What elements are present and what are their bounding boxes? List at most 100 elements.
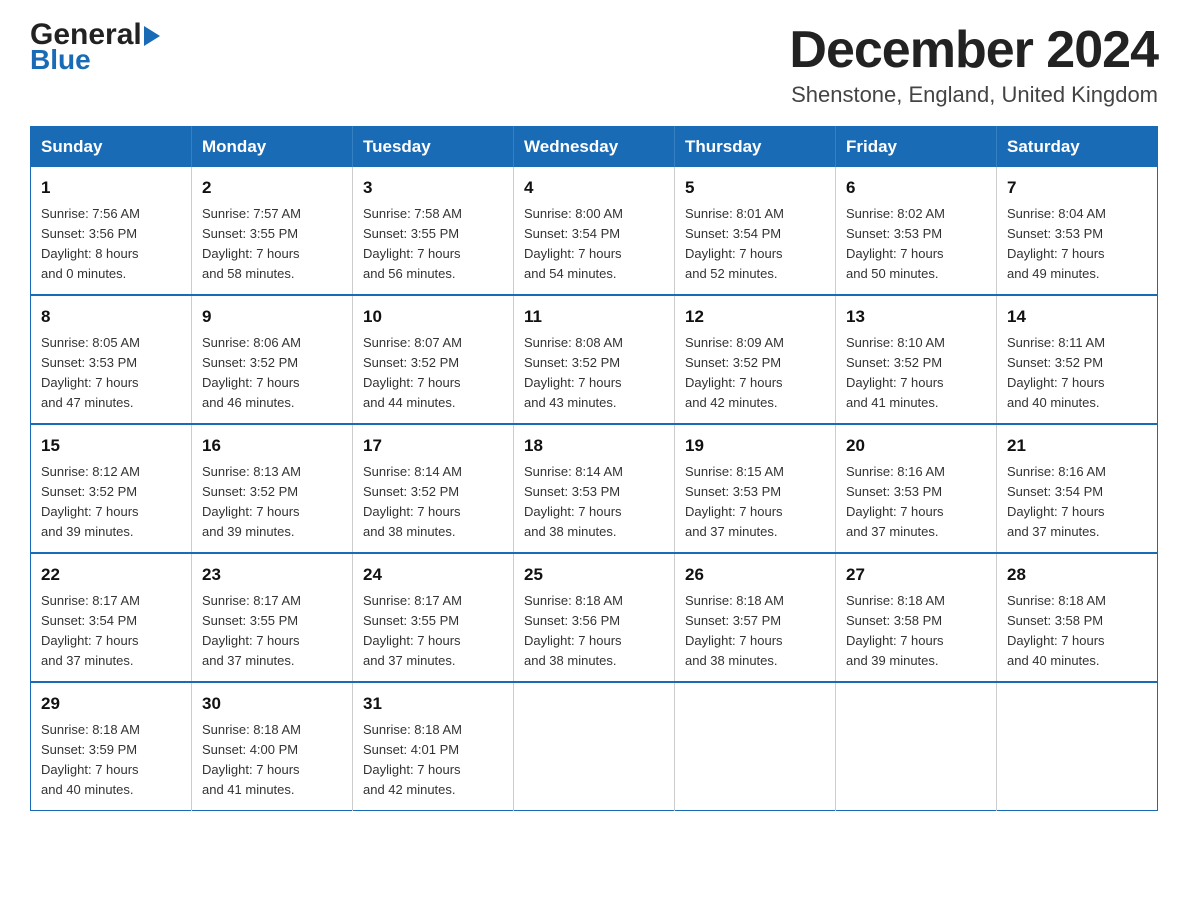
calendar-cell: 3 Sunrise: 7:58 AMSunset: 3:55 PMDaylight…: [353, 167, 514, 295]
calendar-subtitle: Shenstone, England, United Kingdom: [789, 82, 1158, 108]
day-info: Sunrise: 8:11 AMSunset: 3:52 PMDaylight:…: [1007, 333, 1147, 414]
calendar-cell: 14 Sunrise: 8:11 AMSunset: 3:52 PMDayligh…: [997, 295, 1158, 424]
calendar-cell: 10Sunrise: 8:07 AMSunset: 3:52 PMDayligh…: [353, 295, 514, 424]
day-info: Sunrise: 8:16 AMSunset: 3:54 PMDaylight:…: [1007, 462, 1147, 543]
day-number: 3: [363, 175, 503, 201]
day-info: Sunrise: 7:57 AMSunset: 3:55 PMDaylight:…: [202, 204, 342, 285]
calendar-cell: [675, 682, 836, 811]
calendar-cell: 19 Sunrise: 8:15 AMSunset: 3:53 PMDayligh…: [675, 424, 836, 553]
calendar-cell: 16Sunrise: 8:13 AMSunset: 3:52 PMDayligh…: [192, 424, 353, 553]
day-number: 6: [846, 175, 986, 201]
day-number: 2: [202, 175, 342, 201]
day-info: Sunrise: 8:17 AMSunset: 3:55 PMDaylight:…: [363, 591, 503, 672]
calendar-cell: 7 Sunrise: 8:04 AMSunset: 3:53 PMDaylight…: [997, 167, 1158, 295]
day-number: 28: [1007, 562, 1147, 588]
day-info: Sunrise: 8:16 AMSunset: 3:53 PMDaylight:…: [846, 462, 986, 543]
col-friday: Friday: [836, 127, 997, 168]
day-number: 5: [685, 175, 825, 201]
week-row-4: 22 Sunrise: 8:17 AMSunset: 3:54 PMDayligh…: [31, 553, 1158, 682]
day-number: 17: [363, 433, 503, 459]
day-info: Sunrise: 8:08 AMSunset: 3:52 PMDaylight:…: [524, 333, 664, 414]
calendar-cell: 18Sunrise: 8:14 AMSunset: 3:53 PMDayligh…: [514, 424, 675, 553]
day-number: 8: [41, 304, 181, 330]
day-info: Sunrise: 8:18 AMSunset: 3:59 PMDaylight:…: [41, 720, 181, 801]
day-info: Sunrise: 8:05 AMSunset: 3:53 PMDaylight:…: [41, 333, 181, 414]
calendar-cell: 25Sunrise: 8:18 AMSunset: 3:56 PMDayligh…: [514, 553, 675, 682]
day-info: Sunrise: 8:18 AMSunset: 4:01 PMDaylight:…: [363, 720, 503, 801]
calendar-cell: 20 Sunrise: 8:16 AMSunset: 3:53 PMDayligh…: [836, 424, 997, 553]
day-number: 19: [685, 433, 825, 459]
day-number: 26: [685, 562, 825, 588]
calendar-cell: 31 Sunrise: 8:18 AMSunset: 4:01 PMDayligh…: [353, 682, 514, 811]
day-info: Sunrise: 8:10 AMSunset: 3:52 PMDaylight:…: [846, 333, 986, 414]
day-number: 23: [202, 562, 342, 588]
calendar-title: December 2024: [789, 20, 1158, 80]
day-number: 13: [846, 304, 986, 330]
day-info: Sunrise: 8:14 AMSunset: 3:52 PMDaylight:…: [363, 462, 503, 543]
day-number: 12: [685, 304, 825, 330]
day-info: Sunrise: 8:18 AMSunset: 3:58 PMDaylight:…: [846, 591, 986, 672]
day-info: Sunrise: 8:06 AMSunset: 3:52 PMDaylight:…: [202, 333, 342, 414]
calendar-cell: 23 Sunrise: 8:17 AMSunset: 3:55 PMDayligh…: [192, 553, 353, 682]
calendar-cell: 11 Sunrise: 8:08 AMSunset: 3:52 PMDayligh…: [514, 295, 675, 424]
calendar-cell: [514, 682, 675, 811]
day-number: 14: [1007, 304, 1147, 330]
calendar-cell: 4 Sunrise: 8:00 AMSunset: 3:54 PMDaylight…: [514, 167, 675, 295]
day-info: Sunrise: 8:17 AMSunset: 3:54 PMDaylight:…: [41, 591, 181, 672]
col-thursday: Thursday: [675, 127, 836, 168]
week-row-2: 8 Sunrise: 8:05 AMSunset: 3:53 PMDaylight…: [31, 295, 1158, 424]
calendar-cell: 15 Sunrise: 8:12 AMSunset: 3:52 PMDayligh…: [31, 424, 192, 553]
calendar-cell: 21Sunrise: 8:16 AMSunset: 3:54 PMDayligh…: [997, 424, 1158, 553]
col-sunday: Sunday: [31, 127, 192, 168]
col-saturday: Saturday: [997, 127, 1158, 168]
title-block: December 2024 Shenstone, England, United…: [789, 20, 1158, 108]
calendar-cell: 1 Sunrise: 7:56 AMSunset: 3:56 PMDaylight…: [31, 167, 192, 295]
day-info: Sunrise: 8:12 AMSunset: 3:52 PMDaylight:…: [41, 462, 181, 543]
day-info: Sunrise: 7:56 AMSunset: 3:56 PMDaylight:…: [41, 204, 181, 285]
calendar-cell: 9Sunrise: 8:06 AMSunset: 3:52 PMDaylight…: [192, 295, 353, 424]
day-number: 22: [41, 562, 181, 588]
calendar-cell: 30 Sunrise: 8:18 AMSunset: 4:00 PMDayligh…: [192, 682, 353, 811]
calendar-cell: 8 Sunrise: 8:05 AMSunset: 3:53 PMDaylight…: [31, 295, 192, 424]
day-number: 16: [202, 433, 342, 459]
calendar-cell: 2 Sunrise: 7:57 AMSunset: 3:55 PMDaylight…: [192, 167, 353, 295]
day-number: 30: [202, 691, 342, 717]
day-number: 20: [846, 433, 986, 459]
day-number: 11: [524, 304, 664, 330]
calendar-cell: 26 Sunrise: 8:18 AMSunset: 3:57 PMDayligh…: [675, 553, 836, 682]
day-info: Sunrise: 7:58 AMSunset: 3:55 PMDaylight:…: [363, 204, 503, 285]
col-tuesday: Tuesday: [353, 127, 514, 168]
day-info: Sunrise: 8:15 AMSunset: 3:53 PMDaylight:…: [685, 462, 825, 543]
logo: General Blue: [30, 20, 160, 74]
calendar-header-row: Sunday Monday Tuesday Wednesday Thursday…: [31, 127, 1158, 168]
week-row-3: 15 Sunrise: 8:12 AMSunset: 3:52 PMDayligh…: [31, 424, 1158, 553]
day-number: 1: [41, 175, 181, 201]
calendar-cell: 27Sunrise: 8:18 AMSunset: 3:58 PMDayligh…: [836, 553, 997, 682]
day-info: Sunrise: 8:09 AMSunset: 3:52 PMDaylight:…: [685, 333, 825, 414]
day-number: 7: [1007, 175, 1147, 201]
day-info: Sunrise: 8:01 AMSunset: 3:54 PMDaylight:…: [685, 204, 825, 285]
day-info: Sunrise: 8:02 AMSunset: 3:53 PMDaylight:…: [846, 204, 986, 285]
calendar-cell: 5 Sunrise: 8:01 AMSunset: 3:54 PMDaylight…: [675, 167, 836, 295]
calendar-cell: 13 Sunrise: 8:10 AMSunset: 3:52 PMDayligh…: [836, 295, 997, 424]
day-number: 15: [41, 433, 181, 459]
day-info: Sunrise: 8:18 AMSunset: 4:00 PMDaylight:…: [202, 720, 342, 801]
day-info: Sunrise: 8:18 AMSunset: 3:58 PMDaylight:…: [1007, 591, 1147, 672]
day-info: Sunrise: 8:07 AMSunset: 3:52 PMDaylight:…: [363, 333, 503, 414]
day-info: Sunrise: 8:18 AMSunset: 3:57 PMDaylight:…: [685, 591, 825, 672]
calendar-cell: 17 Sunrise: 8:14 AMSunset: 3:52 PMDayligh…: [353, 424, 514, 553]
day-number: 31: [363, 691, 503, 717]
col-monday: Monday: [192, 127, 353, 168]
day-number: 4: [524, 175, 664, 201]
day-info: Sunrise: 8:17 AMSunset: 3:55 PMDaylight:…: [202, 591, 342, 672]
day-number: 24: [363, 562, 503, 588]
week-row-1: 1 Sunrise: 7:56 AMSunset: 3:56 PMDaylight…: [31, 167, 1158, 295]
calendar-cell: 24 Sunrise: 8:17 AMSunset: 3:55 PMDayligh…: [353, 553, 514, 682]
logo-arrow-icon: [144, 26, 160, 46]
calendar-cell: 28 Sunrise: 8:18 AMSunset: 3:58 PMDayligh…: [997, 553, 1158, 682]
day-number: 18: [524, 433, 664, 459]
day-info: Sunrise: 8:04 AMSunset: 3:53 PMDaylight:…: [1007, 204, 1147, 285]
calendar-cell: 29Sunrise: 8:18 AMSunset: 3:59 PMDayligh…: [31, 682, 192, 811]
day-info: Sunrise: 8:00 AMSunset: 3:54 PMDaylight:…: [524, 204, 664, 285]
day-number: 25: [524, 562, 664, 588]
